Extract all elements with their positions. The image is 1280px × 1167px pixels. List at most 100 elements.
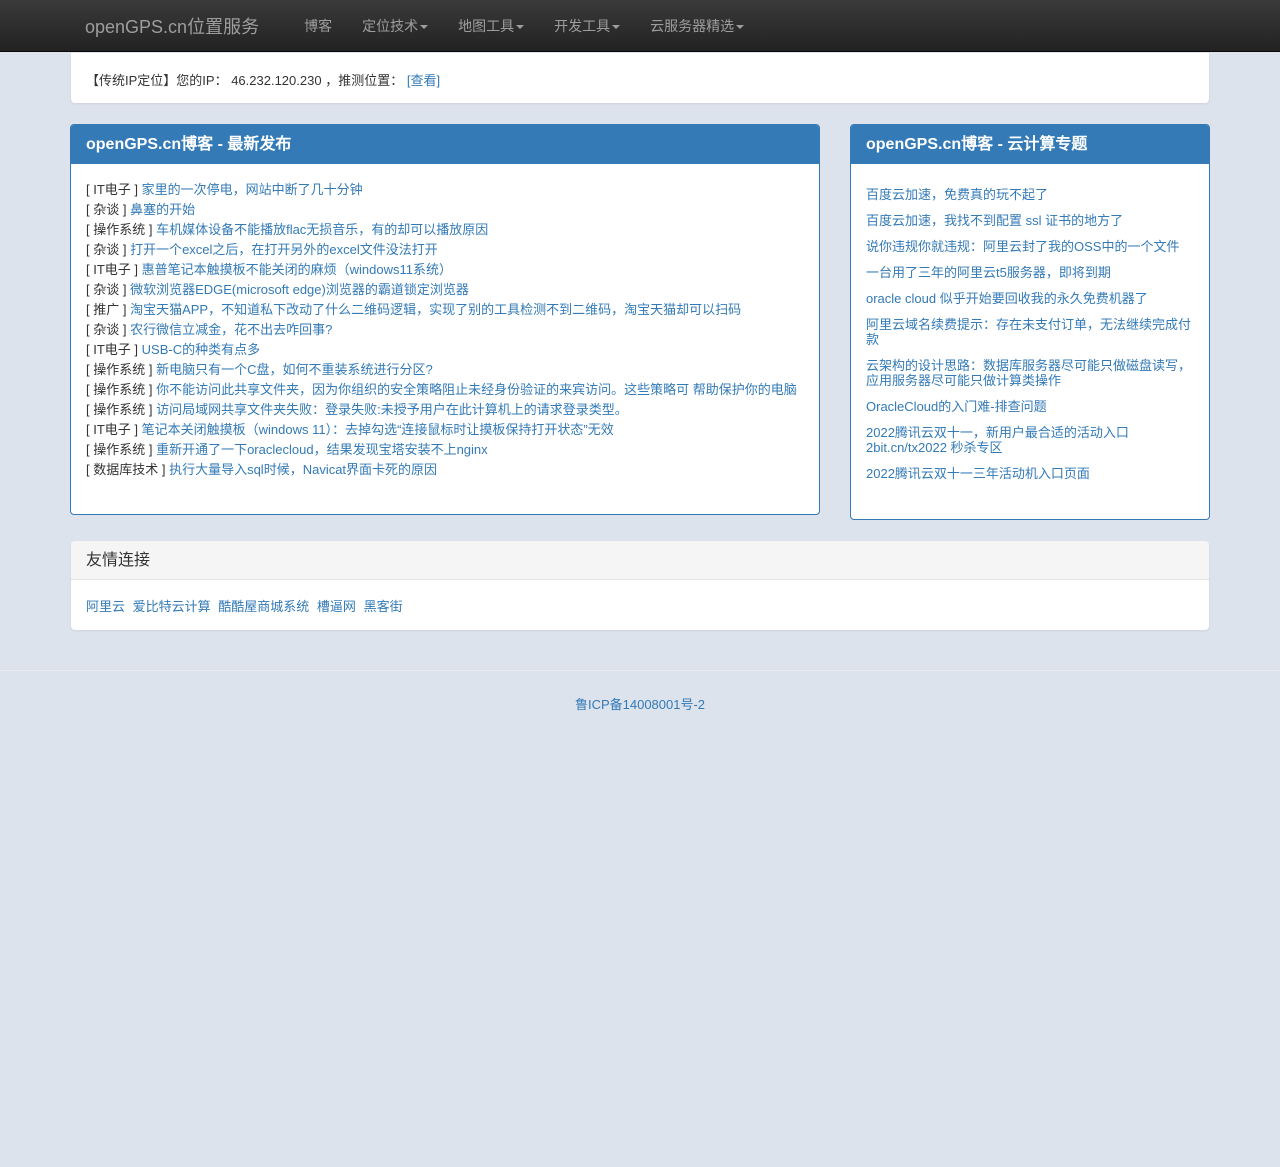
caret-down-icon (420, 25, 429, 30)
nav-item-label: 地图工具 (458, 18, 515, 34)
post-category: [ 操作系统 ] (86, 362, 153, 377)
caret-down-icon (612, 25, 621, 30)
post-category: [ 杂谈 ] (86, 282, 127, 297)
list-item: [ 推广 ] 淘宝天猫APP，不知道私下改动了什么二维码逻辑，实现了别的工具检测… (86, 300, 804, 320)
friend-link[interactable]: 槽逼网 (317, 599, 356, 614)
post-link[interactable]: 淘宝天猫APP，不知道私下改动了什么二维码逻辑，实现了别的工具检测不到二维码，淘… (130, 302, 741, 317)
nav-item-label: 云服务器精选 (650, 18, 735, 34)
post-link[interactable]: 家里的一次停电，网站中断了几十分钟 (142, 182, 363, 197)
ip-address: 46.232.120.230 (231, 73, 322, 88)
cloud-posts-list: 百度云加速，免费真的玩不起了百度云加速，我找不到配置 ssl 证书的地方了说你违… (851, 164, 1209, 481)
list-item: 说你违规你就违规：阿里云封了我的OSS中的一个文件 (866, 239, 1194, 254)
post-link[interactable]: 惠普笔记本触摸板不能关闭的麻烦（windows11系统） (142, 262, 452, 277)
post-category: [ 操作系统 ] (86, 382, 153, 397)
list-item: [ 数据库技术 ] 执行大量导入sql时候，Navicat界面卡死的原因 (86, 460, 804, 480)
list-item: 百度云加速，我找不到配置 ssl 证书的地方了 (866, 213, 1194, 228)
top-navbar: openGPS.cn位置服务 博客 定位技术 地图工具 开发工具 云服务器精选 (0, 0, 1280, 52)
friend-links-title: 友情连接 (71, 541, 1209, 580)
nav-inner: openGPS.cn位置服务 博客 定位技术 地图工具 开发工具 云服务器精选 (85, 0, 759, 52)
list-item: 云架构的设计思路：数据库服务器尽可能只做磁盘读写，应用服务器尽可能只做计算类操作 (866, 358, 1194, 388)
list-item: [ 操作系统 ] 重新开通了一下oraclecloud，结果发现宝塔安装不上ng… (86, 440, 804, 460)
nav-item-cloud-servers[interactable]: 云服务器精选 (635, 16, 759, 36)
list-item: [ 操作系统 ] 访问局域网共享文件夹失败：登录失败:未授予用户在此计算机上的请… (86, 400, 804, 420)
list-item: [ 操作系统 ] 你不能访问此共享文件夹，因为你组织的安全策略阻止未经身份验证的… (86, 380, 804, 400)
nav-item-map-tools[interactable]: 地图工具 (443, 16, 539, 36)
post-link[interactable]: 微软浏览器EDGE(microsoft edge)浏览器的霸道锁定浏览器 (130, 282, 469, 297)
nav-item-blog[interactable]: 博客 (289, 16, 347, 36)
post-link[interactable]: USB-C的种类有点多 (142, 342, 260, 357)
cloud-post-link[interactable]: 百度云加速，免费真的玩不起了 (866, 187, 1048, 202)
view-location-link[interactable]: [查看] (407, 73, 440, 88)
list-item: OracleCloud的入门难-排查问题 (866, 399, 1194, 414)
nav-item-dev-tools[interactable]: 开发工具 (539, 16, 635, 36)
post-category: [ 操作系统 ] (86, 222, 153, 237)
post-category: [ 推广 ] (86, 302, 127, 317)
list-item: [ IT电子 ] 笔记本关闭触摸板（windows 11）：去掉勾选“连接鼠标时… (86, 420, 804, 440)
cloud-post-link[interactable]: 云架构的设计思路：数据库服务器尽可能只做磁盘读写，应用服务器尽可能只做计算类操作 (866, 358, 1191, 388)
list-item: [ 杂谈 ] 鼻塞的开始 (86, 200, 804, 220)
cloud-post-link[interactable]: 一台用了三年的阿里云t5服务器，即将到期 (866, 265, 1111, 280)
list-item: 一台用了三年的阿里云t5服务器，即将到期 (866, 265, 1194, 280)
latest-posts-title: openGPS.cn博客 - 最新发布 (71, 125, 819, 164)
friend-links-list: 阿里云 爱比特云计算 酷酷屋商城系统 槽逼网 黑客街 (71, 580, 1209, 615)
list-item: [ 杂谈 ] 农行微信立减金，花不出去咋回事? (86, 320, 804, 340)
caret-down-icon (516, 25, 525, 30)
icp-link[interactable]: 鲁ICP备14008001号-2 (575, 697, 705, 712)
cloud-post-link[interactable]: oracle cloud 似乎开始要回收我的永久免费机器了 (866, 291, 1148, 306)
post-category: [ IT电子 ] (86, 342, 139, 357)
post-link[interactable]: 重新开通了一下oraclecloud，结果发现宝塔安装不上nginx (156, 442, 488, 457)
cloud-post-link[interactable]: 百度云加速，我找不到配置 ssl 证书的地方了 (866, 213, 1123, 228)
list-item: 百度云加速，免费真的玩不起了 (866, 187, 1194, 202)
caret-down-icon (736, 25, 745, 30)
friend-link[interactable]: 阿里云 (86, 599, 125, 614)
nav-item-location-tech[interactable]: 定位技术 (347, 16, 443, 36)
ip-prefix: 【传统IP定位】您的IP： (86, 73, 228, 88)
ip-middle-text: ，推测位置： (325, 73, 404, 88)
footer-divider (0, 670, 1280, 671)
cloud-post-link[interactable]: 2022腾讯云双十一，新用户最合适的活动入口 2bit.cn/tx2022 秒杀… (866, 425, 1129, 455)
list-item: [ 操作系统 ] 车机媒体设备不能播放flac无损音乐，有的却可以播放原因 (86, 220, 804, 240)
list-item: oracle cloud 似乎开始要回收我的永久免费机器了 (866, 291, 1194, 306)
cloud-post-link[interactable]: 阿里云域名续费提示：存在未支付订单，无法继续完成付款 (866, 317, 1191, 347)
nav-item-label: 开发工具 (554, 18, 611, 34)
post-link[interactable]: 笔记本关闭触摸板（windows 11）：去掉勾选“连接鼠标时让摸板保持打开状态… (142, 422, 614, 437)
post-link[interactable]: 执行大量导入sql时候，Navicat界面卡死的原因 (169, 462, 437, 477)
list-item: 2022腾讯云双十一三年活动机入口页面 (866, 466, 1194, 481)
cloud-posts-title: openGPS.cn博客 - 云计算专题 (851, 125, 1209, 164)
nav-item-label: 博客 (304, 18, 333, 34)
friend-link[interactable]: 酷酷屋商城系统 (218, 599, 309, 614)
post-category: [ 操作系统 ] (86, 402, 153, 417)
post-link[interactable]: 打开一个excel之后，在打开另外的excel文件没法打开 (130, 242, 438, 257)
list-item: [ 操作系统 ] 新电脑只有一个C盘，如何不重装系统进行分区? (86, 360, 804, 380)
latest-posts-list: [ IT电子 ] 家里的一次停电，网站中断了几十分钟[ 杂谈 ] 鼻塞的开始[ … (71, 164, 819, 480)
post-category: [ 杂谈 ] (86, 202, 127, 217)
list-item: [ IT电子 ] 家里的一次停电，网站中断了几十分钟 (86, 180, 804, 200)
list-item: [ IT电子 ] USB-C的种类有点多 (86, 340, 804, 360)
post-category: [ IT电子 ] (86, 422, 139, 437)
post-category: [ 数据库技术 ] (86, 462, 166, 477)
ip-location-panel: 【传统IP定位】您的IP： 46.232.120.230 ，推测位置： [查看] (71, 53, 1209, 103)
post-link[interactable]: 新电脑只有一个C盘，如何不重装系统进行分区? (156, 362, 433, 377)
list-item: [ IT电子 ] 惠普笔记本触摸板不能关闭的麻烦（windows11系统） (86, 260, 804, 280)
cloud-post-link[interactable]: 说你违规你就违规：阿里云封了我的OSS中的一个文件 (866, 239, 1179, 254)
friend-link[interactable]: 爱比特云计算 (133, 599, 211, 614)
post-category: [ IT电子 ] (86, 182, 139, 197)
post-link[interactable]: 车机媒体设备不能播放flac无损音乐，有的却可以播放原因 (156, 222, 488, 237)
cloud-posts-panel: openGPS.cn博客 - 云计算专题 百度云加速，免费真的玩不起了 百度云加速… (850, 124, 1210, 520)
post-category: [ 杂谈 ] (86, 242, 127, 257)
latest-posts-panel: openGPS.cn博客 - 最新发布 [ IT电子 ] 家里的一次停电，网站中… (70, 124, 820, 515)
post-category: [ 操作系统 ] (86, 442, 153, 457)
cloud-post-link[interactable]: OracleCloud的入门难-排查问题 (866, 399, 1047, 414)
post-category: [ IT电子 ] (86, 262, 139, 277)
cloud-post-link[interactable]: 2022腾讯云双十一三年活动机入口页面 (866, 466, 1090, 481)
brand-link[interactable]: openGPS.cn位置服务 (85, 13, 259, 39)
post-link[interactable]: 农行微信立减金，花不出去咋回事? (130, 322, 332, 337)
post-link[interactable]: 访问局域网共享文件夹失败：登录失败:未授予用户在此计算机上的请求登录类型。 (156, 402, 628, 417)
list-item: [ 杂谈 ] 打开一个excel之后，在打开另外的excel文件没法打开 (86, 240, 804, 260)
post-link[interactable]: 你不能访问此共享文件夹，因为你组织的安全策略阻止未经身份验证的来宾访问。这些策略… (156, 382, 797, 397)
friend-link[interactable]: 黑客街 (364, 599, 403, 614)
post-link[interactable]: 鼻塞的开始 (130, 202, 195, 217)
footer: 鲁ICP备14008001号-2 (0, 694, 1280, 713)
list-item: 阿里云域名续费提示：存在未支付订单，无法继续完成付款 (866, 317, 1194, 347)
list-item: [ 杂谈 ] 微软浏览器EDGE(microsoft edge)浏览器的霸道锁定… (86, 280, 804, 300)
